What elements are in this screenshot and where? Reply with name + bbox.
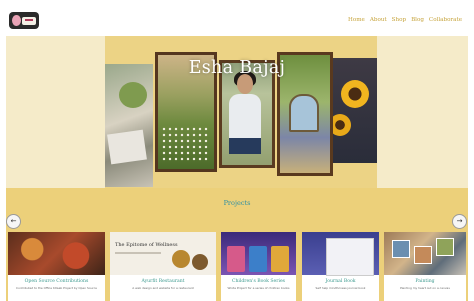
sunflower bbox=[341, 80, 369, 108]
thumbnail-heading: The Epitome of Wellness bbox=[115, 242, 178, 248]
carousel-prev-arrow-icon[interactable]: ← bbox=[6, 214, 21, 229]
nav-shop[interactable]: Shop bbox=[392, 17, 406, 23]
projects-heading: Projects bbox=[223, 199, 251, 207]
carousel-next-arrow-icon[interactable]: → bbox=[452, 214, 467, 229]
project-title: Journal Book bbox=[325, 279, 356, 284]
thumbnail-line bbox=[115, 252, 161, 254]
paper-shape bbox=[107, 129, 147, 165]
project-title: Painting bbox=[415, 279, 435, 284]
logo-mark bbox=[12, 15, 21, 26]
site-header: Home About Shop Blog Collaborate bbox=[0, 0, 474, 36]
project-title: Children's Book Series bbox=[231, 279, 286, 284]
project-thumbnail bbox=[8, 232, 105, 275]
thumbnail-dish-2 bbox=[192, 254, 208, 270]
painting-tile bbox=[414, 246, 432, 264]
nav-collaborate[interactable]: Collaborate bbox=[429, 17, 462, 23]
project-title: Ayurfit Restaurant bbox=[141, 279, 185, 284]
project-card-painting[interactable]: Painting Painting my heart out on a canv… bbox=[384, 232, 466, 301]
book-cover bbox=[249, 246, 267, 272]
plant-shape bbox=[119, 82, 147, 108]
logo-stroke bbox=[25, 19, 33, 21]
book-cover bbox=[271, 246, 289, 272]
project-description: A web design and website for a restauran… bbox=[132, 286, 194, 290]
project-card-open-source[interactable]: Open Source Contributions Contributed to… bbox=[8, 232, 105, 301]
portrait-jeans bbox=[229, 138, 261, 154]
project-thumbnail bbox=[302, 232, 379, 276]
painting-tile bbox=[392, 240, 410, 258]
project-thumbnail bbox=[221, 232, 296, 275]
nav-home[interactable]: Home bbox=[348, 17, 365, 23]
logo[interactable] bbox=[9, 12, 39, 29]
project-card-journal[interactable]: Journal Book Self help mindfulness journ… bbox=[302, 232, 379, 301]
nav-about[interactable]: About bbox=[370, 17, 387, 23]
hero-title: Esha Bajaj bbox=[188, 58, 286, 78]
journal-page bbox=[326, 238, 374, 276]
book-cover bbox=[227, 246, 245, 272]
project-description: Painting my heart out on a canvas bbox=[400, 286, 450, 290]
project-description: Self help mindfulness journal book bbox=[315, 286, 366, 290]
project-description: Contributed to the Office Kitaab Project… bbox=[16, 286, 97, 290]
project-thumbnail: The Epitome of Wellness bbox=[110, 232, 216, 275]
project-description: Wrote Project for a series of children b… bbox=[227, 286, 290, 290]
project-title: Open Source Contributions bbox=[24, 279, 89, 284]
collage-photo-desk bbox=[105, 64, 153, 187]
painting-tile bbox=[436, 238, 454, 256]
project-card-childrens-books[interactable]: Children's Book Series Wrote Project for… bbox=[221, 232, 296, 301]
main-nav: Home About Shop Blog Collaborate bbox=[348, 17, 462, 23]
thumbnail-dish bbox=[172, 250, 190, 268]
painted-window bbox=[289, 94, 319, 132]
sunflower-small bbox=[333, 114, 351, 136]
project-thumbnail bbox=[384, 232, 466, 275]
flowers-pattern bbox=[161, 126, 209, 162]
project-card-restaurant[interactable]: The Epitome of Wellness Ayurfit Restaura… bbox=[110, 232, 216, 301]
nav-blog[interactable]: Blog bbox=[411, 17, 424, 23]
